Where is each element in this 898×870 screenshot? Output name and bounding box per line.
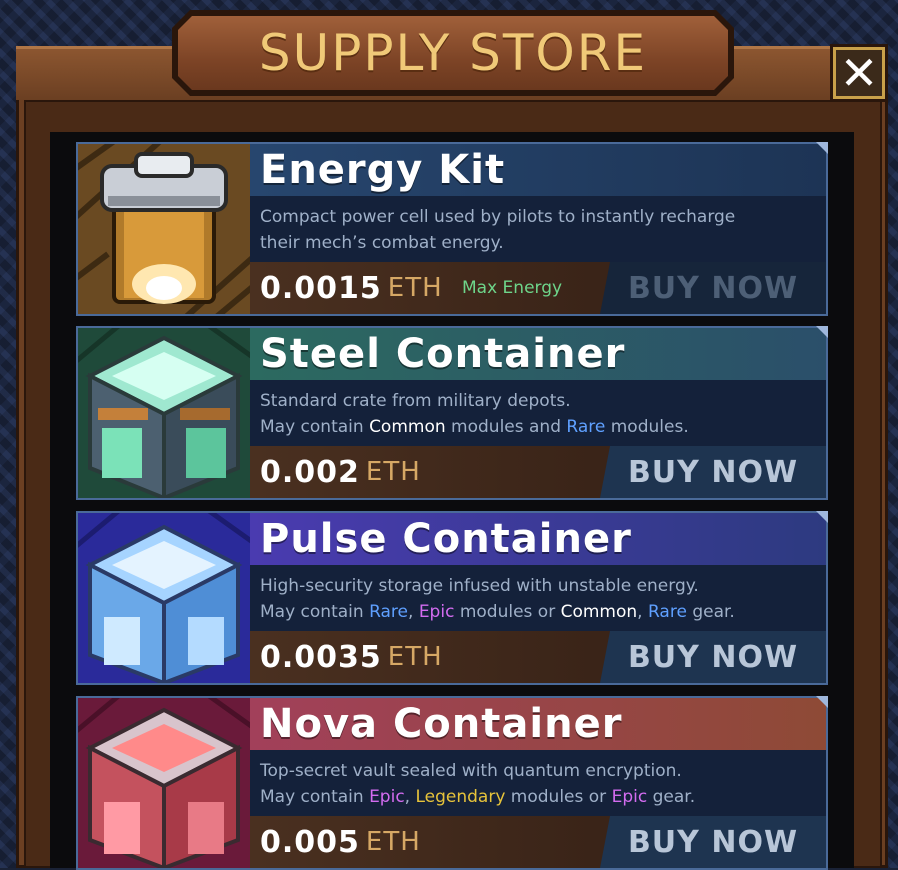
buy-now-button[interactable]: BUY NOW	[600, 262, 826, 314]
description-line: Top-secret vault sealed with quantum enc…	[260, 761, 682, 781]
price-value: 0.002	[260, 454, 360, 490]
item-tag: Max Energy	[462, 278, 563, 298]
store-title: SUPPLY STORE	[258, 24, 648, 82]
store-item-energy-kit: Energy Kit Compact power cell used by pi…	[76, 142, 828, 316]
price-row: 0.005 ETH BUY NOW	[250, 816, 826, 868]
item-name: Energy Kit	[250, 144, 826, 196]
steel-crate-icon	[78, 328, 250, 498]
price-value: 0.0015	[260, 270, 382, 306]
pulse-crate-icon	[78, 513, 250, 683]
price-row: 0.002 ETH BUY NOW	[250, 446, 826, 498]
description-line: May contain Common modules and Rare modu…	[260, 417, 689, 437]
item-name: Steel Container	[250, 328, 826, 380]
corner-marker	[816, 142, 828, 154]
item-description: Top-secret vault sealed with quantum enc…	[250, 750, 826, 816]
store-item-steel-container: Steel Container Standard crate from mili…	[76, 326, 828, 500]
price-row: 0.0035 ETH BUY NOW	[250, 631, 826, 683]
item-name: Pulse Container	[250, 513, 826, 565]
energy-canister-icon	[78, 144, 250, 314]
item-description: High-security storage infused with unsta…	[250, 565, 826, 631]
description-line: Compact power cell used by pilots to ins…	[260, 207, 736, 227]
store-item-pulse-container: Pulse Container High-security storage in…	[76, 511, 828, 685]
currency-label: ETH	[387, 642, 443, 672]
buy-now-button[interactable]: BUY NOW	[600, 446, 826, 498]
buy-now-button[interactable]: BUY NOW	[600, 631, 826, 683]
corner-marker	[816, 696, 828, 708]
currency-label: ETH	[365, 457, 421, 487]
item-price: 0.0035 ETH	[260, 631, 443, 683]
description-line: their mech’s combat energy.	[260, 233, 504, 253]
store-item-nova-container: Nova Container Top-secret vault sealed w…	[76, 696, 828, 870]
description-line: Standard crate from military depots.	[260, 391, 571, 411]
currency-label: ETH	[365, 827, 421, 857]
nova-crate-icon	[78, 698, 250, 868]
item-name: Nova Container	[250, 698, 826, 750]
item-price: 0.0015 ETH	[260, 262, 443, 314]
close-button[interactable]: ✕	[830, 44, 888, 102]
buy-now-button[interactable]: BUY NOW	[600, 816, 826, 868]
price-value: 0.005	[260, 824, 360, 860]
close-icon: ✕	[836, 50, 882, 96]
description-line: High-security storage infused with unsta…	[260, 576, 699, 596]
corner-marker	[816, 326, 828, 338]
price-value: 0.0035	[260, 639, 382, 675]
corner-marker	[816, 511, 828, 523]
item-description: Standard crate from military depots. May…	[250, 380, 826, 446]
price-row: 0.0015 ETH Max Energy BUY NOW	[250, 262, 826, 314]
description-line: May contain Rare, Epic modules or Common…	[260, 602, 735, 622]
item-description: Compact power cell used by pilots to ins…	[250, 196, 826, 262]
item-price: 0.002 ETH	[260, 446, 421, 498]
description-line: May contain Epic, Legendary modules or E…	[260, 787, 696, 807]
currency-label: ETH	[387, 273, 443, 303]
item-price: 0.005 ETH	[260, 816, 421, 868]
